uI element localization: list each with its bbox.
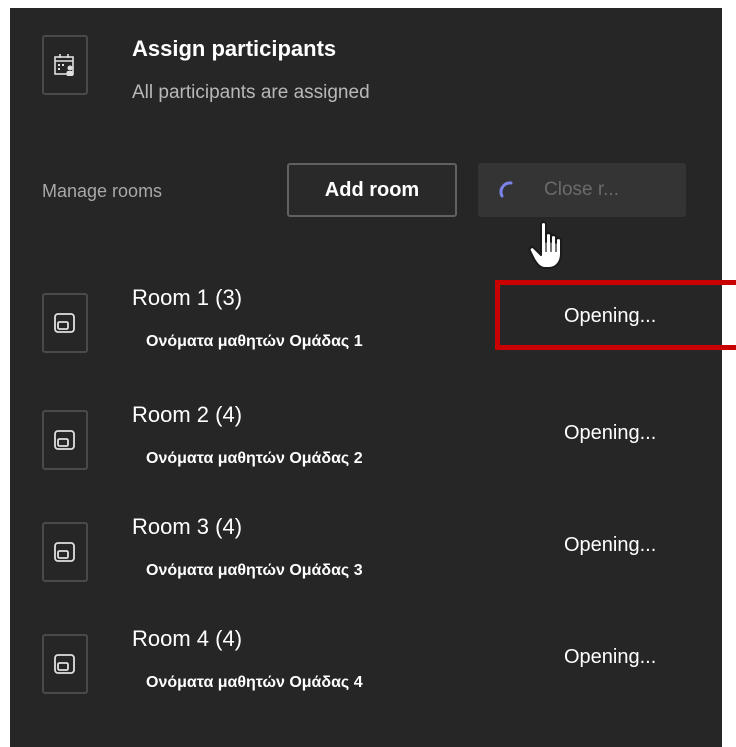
room-icon [42, 293, 88, 353]
room-row-2[interactable]: Room 2 (4) Ονόματα μαθητών Ομάδας 2 Open… [42, 398, 722, 498]
room-name: Room 3 (4) [132, 514, 243, 539]
room-status: Opening... [564, 422, 657, 444]
assign-participants-title[interactable]: Assign participants [132, 36, 336, 62]
room-status: Opening... [564, 534, 657, 556]
close-rooms-button[interactable]: Close r... [478, 163, 686, 217]
loading-spinner-icon [499, 181, 513, 198]
room-name: Room 2 (4) [132, 402, 243, 427]
hand-pointer-icon [528, 221, 562, 269]
manage-rooms-label: Manage rooms [42, 181, 163, 201]
room-name: Room 4 (4) [132, 626, 243, 651]
room-members: Ονόματα μαθητών Ομάδας 1 [146, 333, 363, 350]
room-name: Room 1 (3) [132, 285, 243, 310]
room-row-4[interactable]: Room 4 (4) Ονόματα μαθητών Ομάδας 4 Open… [42, 622, 722, 722]
room-icon [42, 634, 88, 694]
room-members: Ονόματα μαθητών Ομάδας 4 [146, 674, 363, 691]
close-rooms-label: Close r... [544, 179, 619, 200]
room-members: Ονόματα μαθητών Ομάδας 3 [146, 562, 363, 579]
room-icon [42, 410, 88, 470]
calendar-people-icon [42, 35, 88, 95]
room-row-3[interactable]: Room 3 (4) Ονόματα μαθητών Ομάδας 3 Open… [42, 510, 722, 610]
room-status: Opening... [564, 646, 657, 668]
assign-participants-status: All participants are assigned [132, 82, 370, 103]
room-members: Ονόματα μαθητών Ομάδας 2 [146, 450, 363, 467]
add-room-button[interactable]: Add room [287, 163, 457, 217]
highlight-box [495, 280, 736, 350]
room-icon [42, 522, 88, 582]
assign-participants-row[interactable] [42, 35, 88, 95]
